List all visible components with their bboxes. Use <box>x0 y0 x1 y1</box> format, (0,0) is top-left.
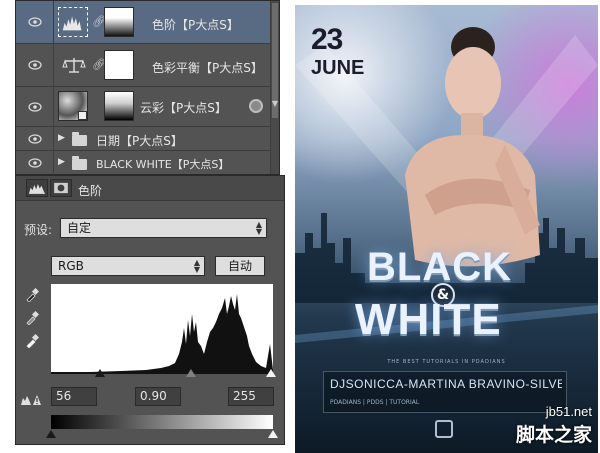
canvas-poster: 23 JUNE BLACK & WHITE THE BEST TUTORIALS… <box>295 5 598 453</box>
smart-filter-icon <box>249 99 263 113</box>
chevron-updown-icon: ▲ ▼ <box>255 220 262 236</box>
poster-lineup: DJSONICCA-MARTINA BRAVINO-SILVER SUNSET <box>330 377 562 391</box>
layer-name: BLACK WHITE【P大点S】 <box>96 158 230 171</box>
white-point-eyedropper-icon[interactable] <box>25 333 40 349</box>
smart-object-icon <box>78 111 87 120</box>
folder-icon <box>72 156 87 170</box>
watermark-url: jb51.net <box>545 404 592 419</box>
layer-mask-thumbnail[interactable] <box>104 91 134 121</box>
expand-arrow-icon[interactable]: ▶ <box>58 157 65 167</box>
layer-mask-thumbnail[interactable] <box>104 7 134 37</box>
layer-row-clouds[interactable]: 云彩【P大点S】 <box>16 87 279 127</box>
layer-name: 色彩平衡【P大点S】 <box>152 61 263 75</box>
chevron-updown-icon: ▲ ▼ <box>193 258 200 274</box>
layers-scrollbar[interactable]: ▼ <box>270 1 279 174</box>
poster-logo-icon <box>435 420 453 438</box>
balance-scale-icon <box>62 56 86 74</box>
layer-row-date-group[interactable]: ▶ 日期【P大点S】 <box>16 127 279 151</box>
poster-date-month: JUNE <box>311 57 365 79</box>
poster-lineup-box: DJSONICCA-MARTINA BRAVINO-SILVER SUNSET … <box>323 371 567 413</box>
output-black-slider[interactable] <box>46 430 56 438</box>
preset-label: 预设: <box>24 223 53 237</box>
auto-button[interactable]: 自动 <box>215 256 265 276</box>
visibility-eye-icon[interactable] <box>16 1 54 43</box>
panel-title: 色阶 <box>78 184 103 198</box>
input-white-field[interactable]: 255 <box>228 387 274 406</box>
input-black-slider[interactable] <box>95 369 105 377</box>
clipping-warning-icon[interactable] <box>20 392 42 406</box>
preset-dropdown[interactable]: 自定 ▲ ▼ <box>60 218 267 238</box>
input-white-slider[interactable] <box>266 369 276 377</box>
layer-row-levels[interactable]: 🔗︎ 色阶【P大点S】 <box>16 1 279 44</box>
input-gamma-field[interactable]: 0.90 <box>135 387 181 406</box>
folder-icon <box>72 132 87 146</box>
poster-tagline: THE BEST TUTORIALS IN PDADIANS <box>387 359 506 365</box>
poster-lineup-sub: PDADIANS | PDDS | TUTORIAL <box>330 399 420 406</box>
input-gray-slider[interactable] <box>186 369 196 377</box>
layer-row-black-white-group[interactable]: ▶ BLACK WHITE【P大点S】 <box>16 151 279 175</box>
watermark-sitename: 脚本之家 <box>515 424 592 446</box>
histogram-shape <box>51 294 273 374</box>
levels-adjustment-icon <box>58 7 88 37</box>
layers-panel: 🔗︎ 色阶【P大点S】 🔗︎ 色彩平衡【P大点S】 云彩【P大点S】 ▶ 日期【… <box>15 0 280 175</box>
layer-name: 色阶【P大点S】 <box>152 18 239 32</box>
black-point-eyedropper-icon[interactable] <box>25 287 40 303</box>
preset-value: 自定 <box>67 221 92 235</box>
layer-row-color-balance[interactable]: 🔗︎ 色彩平衡【P大点S】 <box>16 44 279 87</box>
properties-tabbar: 色阶 <box>16 176 284 201</box>
mask-icon[interactable] <box>50 179 72 197</box>
visibility-eye-icon[interactable] <box>16 44 54 86</box>
poster-title-line2: WHITE <box>355 295 502 344</box>
gray-point-eyedropper-icon[interactable] <box>25 310 40 326</box>
channel-dropdown[interactable]: RGB ▲ ▼ <box>51 256 205 276</box>
visibility-eye-icon[interactable] <box>16 127 54 150</box>
layer-name: 云彩【P大点S】 <box>140 101 227 115</box>
input-black-field[interactable]: 56 <box>51 387 97 406</box>
visibility-eye-icon[interactable] <box>16 87 54 126</box>
histogram <box>51 284 273 374</box>
channel-value: RGB <box>58 259 84 273</box>
visibility-eye-icon[interactable] <box>16 151 54 175</box>
output-levels-gradient <box>51 415 273 429</box>
poster-date-day: 23 <box>311 23 343 56</box>
levels-adjustment-icon[interactable] <box>26 179 48 197</box>
expand-arrow-icon[interactable]: ▶ <box>58 133 65 143</box>
output-white-slider[interactable] <box>268 430 278 438</box>
scroll-down-arrow-icon[interactable]: ▼ <box>271 99 279 108</box>
properties-panel: 色阶 预设: 自定 ▲ ▼ RGB ▲ ▼ 自动 56 0.90 255 <box>15 175 285 445</box>
layer-mask-thumbnail[interactable] <box>104 50 134 80</box>
layer-name: 日期【P大点S】 <box>96 134 183 148</box>
